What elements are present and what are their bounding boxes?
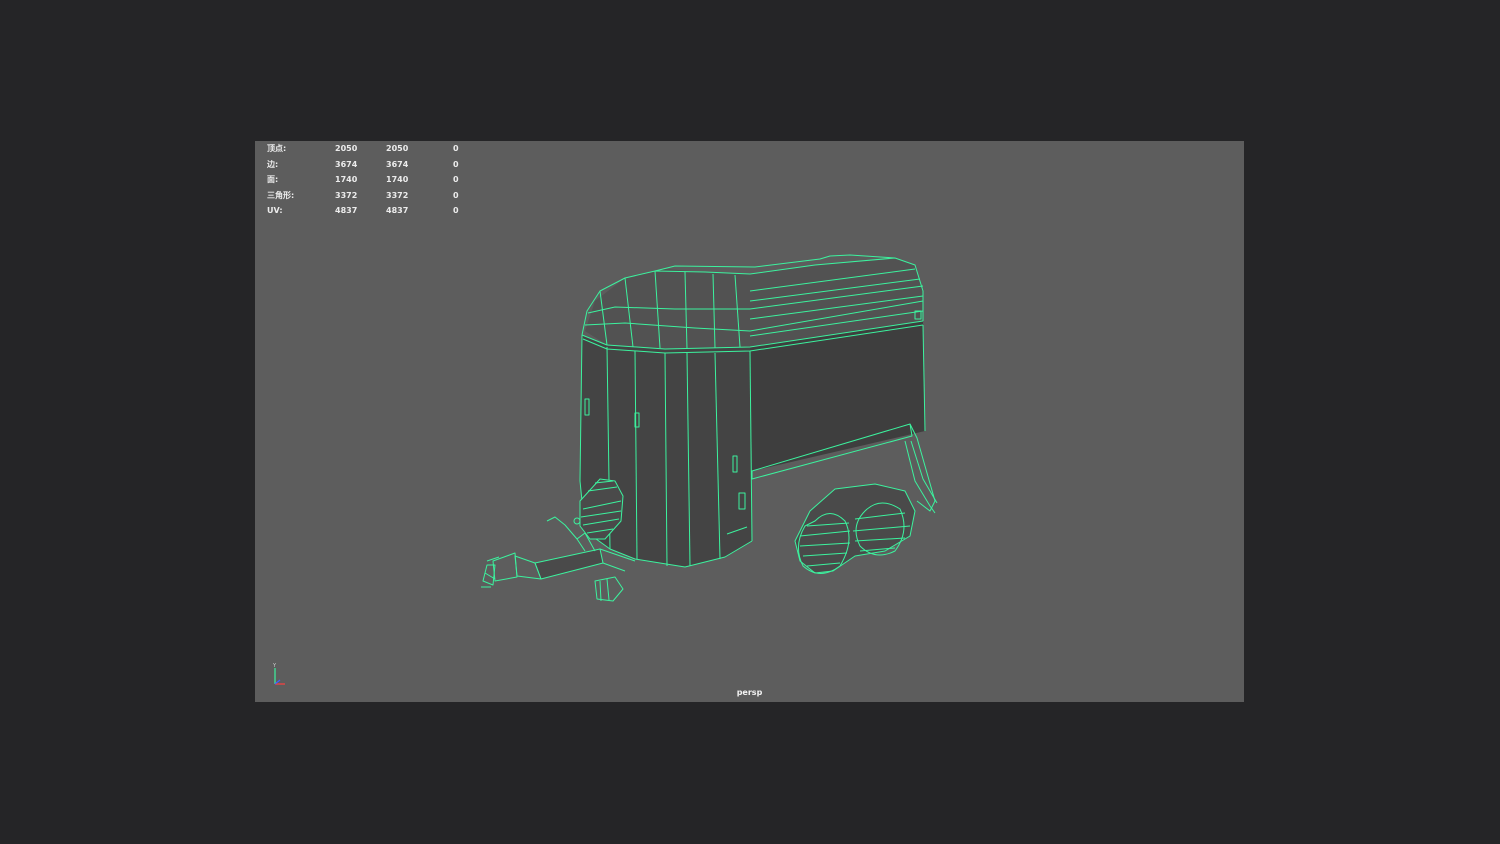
camera-name-label: persp (736, 688, 763, 697)
axis-gizmo: Y (272, 663, 285, 685)
3d-viewport[interactable]: 顶点: 2050 2050 0 边: 3674 3674 0 面: 1740 1… (255, 141, 1244, 702)
y-axis-label: Y (272, 663, 277, 669)
rear-wheels (794, 483, 916, 574)
trailer-wireframe-model[interactable] (255, 141, 1244, 702)
